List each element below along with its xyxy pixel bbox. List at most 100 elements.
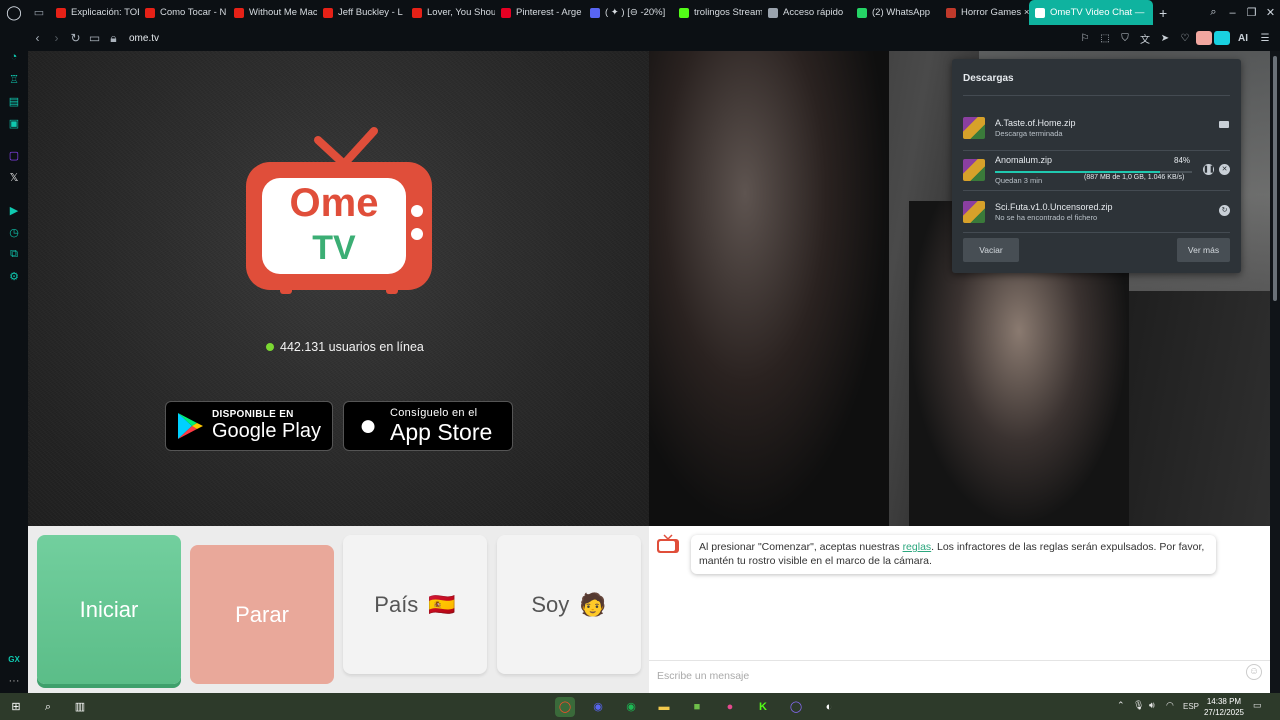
ometv-chat-avatar-icon: [657, 534, 679, 553]
scrollbar-thumb[interactable]: [1273, 56, 1277, 301]
browser-tab[interactable]: Explicación: TOE: [50, 0, 139, 25]
tray-chevron-icon[interactable]: ⌃: [1117, 700, 1125, 711]
gx-control-icon[interactable]: ◔: [5, 51, 23, 67]
opera-logo-icon[interactable]: ◯: [0, 0, 28, 25]
language-indicator[interactable]: ESP: [1183, 702, 1199, 711]
browser-tab[interactable]: OmeTV Video Chat —: [1029, 0, 1153, 25]
restore-icon[interactable]: ❐: [1242, 6, 1261, 19]
reload-icon[interactable]: ↻: [66, 31, 85, 45]
divider: [963, 95, 1230, 96]
avatar-emoji-icon: 🧑: [579, 591, 607, 617]
browser-tab[interactable]: trolingos Stream: [673, 0, 762, 25]
start-button[interactable]: Iniciar: [37, 535, 181, 684]
download-item[interactable]: Anomalum.zip 84% Quedan 3 min (887 MB de…: [963, 155, 1230, 188]
country-button[interactable]: País 🇪🇸: [343, 535, 487, 674]
app-store-big: App Store: [390, 418, 493, 445]
player-icon[interactable]: ▶: [5, 204, 23, 220]
gx-label[interactable]: GX: [5, 655, 23, 671]
windows-start-icon[interactable]: ⊞: [6, 697, 26, 717]
windows-taskbar: ⊞ ⌕ ▥ ◯ ◉ ◉ ▬ ■ ● K ◯ ◐ ⌃ 🎙︎ 🔊︎ ◠ ESP 14…: [0, 693, 1280, 720]
download-item[interactable]: Sci.Futa.v1.0.Uncensored.zip No se ha en…: [963, 199, 1230, 229]
minecraft-taskbar-icon[interactable]: ■: [687, 697, 707, 717]
download-item[interactable]: A.Taste.of.Home.zip Descarga terminada: [963, 115, 1230, 145]
google-play-badge[interactable]: DISPONIBLE EN Google Play: [165, 401, 333, 451]
browser-tab[interactable]: Acceso rápido: [762, 0, 851, 25]
messenger-icon[interactable]: ▣: [5, 117, 23, 133]
new-tab-button[interactable]: +: [1159, 5, 1167, 21]
kick-taskbar-icon[interactable]: K: [753, 697, 773, 717]
twitch-icon[interactable]: ▢: [5, 149, 23, 165]
opera-gx-taskbar-icon[interactable]: ◯: [555, 697, 575, 717]
file-explorer-taskbar-icon[interactable]: ▬: [654, 697, 674, 717]
url-field[interactable]: ome.tv: [129, 33, 159, 44]
lock-icon[interactable]: 🔒︎: [104, 31, 123, 46]
minimize-icon[interactable]: –: [1223, 7, 1242, 19]
search-tabs-icon[interactable]: ⌕: [1204, 6, 1223, 19]
browser-tab[interactable]: (2) WhatsApp: [851, 0, 940, 25]
x-twitter-icon[interactable]: 𝕏: [5, 171, 23, 187]
download-detail: (887 MB de 1,0 GB, 1.046 KB/s): [1084, 174, 1185, 181]
search-icon[interactable]: ⌕: [38, 697, 58, 717]
ai-button[interactable]: AI: [1232, 33, 1254, 44]
browser-tab[interactable]: Como Tocar - N: [139, 0, 228, 25]
app-store-badge[interactable]: ● Consíguelo en el App Store: [343, 401, 513, 451]
extensions-icon[interactable]: ⧉: [5, 248, 23, 264]
gx-corner-icon[interactable]: ♖: [5, 73, 23, 89]
tab-favicon-icon: [501, 7, 511, 18]
emoji-icon[interactable]: ☺: [1246, 664, 1262, 680]
news-icon[interactable]: ▤: [5, 95, 23, 111]
retry-icon[interactable]: ↻: [1219, 205, 1230, 216]
spotify-taskbar-icon[interactable]: ◉: [621, 697, 641, 717]
menu-icon[interactable]: ☰: [1256, 33, 1274, 44]
message-input[interactable]: Escribe un mensaje: [657, 670, 1247, 682]
gender-button[interactable]: Soy 🧑: [497, 535, 641, 674]
cancel-icon[interactable]: ✕: [1219, 164, 1230, 175]
logo-text-ome: Ome: [289, 181, 379, 225]
back-icon[interactable]: ‹: [28, 31, 47, 45]
task-view-icon[interactable]: ▥: [70, 697, 90, 717]
open-folder-icon[interactable]: [1219, 121, 1229, 128]
browser-tab[interactable]: ( ✦ ) [⊖ -20%]: [584, 0, 673, 25]
download-progress-bar: [995, 171, 1192, 173]
download-avatar-icon[interactable]: [1196, 31, 1212, 45]
more-icon[interactable]: ···: [5, 675, 23, 691]
browser-tab[interactable]: Horror Games ×: [940, 0, 1029, 25]
adblock-shield-icon[interactable]: ⛉: [1116, 33, 1134, 44]
history-icon[interactable]: ◷: [5, 226, 23, 242]
translate-icon[interactable]: 文: [1136, 31, 1154, 46]
settings-gear-icon[interactable]: ⚙: [5, 270, 23, 286]
browser-tab[interactable]: Lover, You Shou: [406, 0, 495, 25]
close-window-icon[interactable]: ✕: [1261, 6, 1280, 19]
forward-icon[interactable]: ›: [47, 31, 66, 45]
microphone-icon[interactable]: 🎙︎: [1133, 700, 1144, 711]
camera-permission-icon[interactable]: ▭: [85, 31, 104, 45]
page-scrollbar[interactable]: [1270, 51, 1280, 693]
extension-icon[interactable]: [1214, 31, 1230, 45]
app-taskbar-icon[interactable]: ◯: [786, 697, 806, 717]
browser-tab[interactable]: Without Me Mac: [228, 0, 317, 25]
rules-link[interactable]: reglas: [903, 541, 932, 553]
obs-taskbar-icon[interactable]: ◐: [819, 697, 839, 717]
workspaces-icon[interactable]: ▭: [28, 6, 50, 19]
browser-tab[interactable]: Pinterest - Arge: [495, 0, 584, 25]
bookmark-icon[interactable]: ⚐: [1076, 33, 1094, 44]
stop-button[interactable]: Parar: [190, 545, 334, 684]
see-more-button[interactable]: Ver más: [1177, 238, 1230, 262]
system-clock[interactable]: 14:38 PM 27/12/2025: [1204, 696, 1244, 718]
discord-taskbar-icon[interactable]: ◉: [588, 697, 608, 717]
volume-icon[interactable]: 🔊︎: [1149, 700, 1155, 711]
remote-person-left: [649, 51, 889, 526]
clear-downloads-button[interactable]: Vaciar: [963, 238, 1019, 262]
pause-icon[interactable]: ❚❚: [1203, 164, 1215, 175]
browser-tab[interactable]: Jeff Buckley - L: [317, 0, 406, 25]
heart-icon[interactable]: ♡: [1176, 33, 1194, 44]
wifi-icon[interactable]: ◠: [1166, 700, 1174, 711]
snapshot-icon[interactable]: ⬚: [1096, 33, 1114, 44]
download-status: Descarga terminada: [995, 129, 1063, 138]
tab-favicon-icon: [323, 7, 333, 18]
chat-divider: [649, 660, 1270, 661]
archive-file-icon: [963, 117, 985, 139]
send-icon[interactable]: ➤: [1156, 33, 1174, 44]
notifications-icon[interactable]: ▭: [1253, 700, 1262, 711]
osu-taskbar-icon[interactable]: ●: [720, 697, 740, 717]
